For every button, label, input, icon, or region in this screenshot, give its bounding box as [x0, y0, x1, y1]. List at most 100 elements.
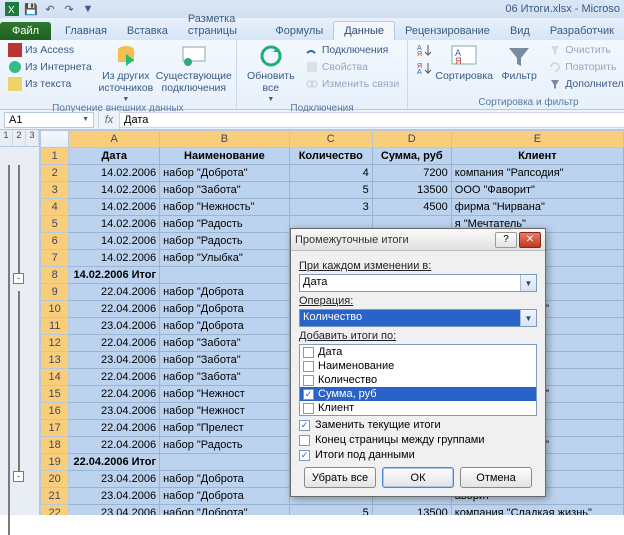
combo-operation[interactable]: Количество▼: [299, 309, 537, 327]
chevron-down-icon[interactable]: ▼: [82, 116, 89, 123]
row-header[interactable]: 22: [41, 505, 69, 516]
cell[interactable]: набор "Забота": [160, 182, 290, 199]
col-header-c[interactable]: C: [289, 131, 372, 148]
cell[interactable]: набор "Доброта: [160, 284, 290, 301]
cell[interactable]: компания "Сладкая жизнь": [451, 505, 623, 516]
row-header[interactable]: 7: [41, 250, 69, 267]
cell[interactable]: 22.04.2006 Итог: [69, 454, 160, 471]
outline-level-1[interactable]: 1: [0, 130, 13, 146]
cell[interactable]: Количество: [289, 148, 372, 165]
cell[interactable]: [160, 454, 290, 471]
row-header[interactable]: 20: [41, 471, 69, 488]
checkbox-icon[interactable]: ✓: [299, 450, 310, 461]
cell[interactable]: набор "Радость: [160, 233, 290, 250]
field-item[interactable]: Дата: [300, 345, 536, 359]
combo-at-change[interactable]: Дата▼: [299, 274, 537, 292]
outline-collapse-button[interactable]: -: [13, 273, 24, 284]
row-header[interactable]: 10: [41, 301, 69, 318]
cell[interactable]: 5: [289, 505, 372, 516]
row-header[interactable]: 14: [41, 369, 69, 386]
cell[interactable]: 7200: [372, 165, 451, 182]
cell[interactable]: набор "Забота": [160, 369, 290, 386]
fx-icon[interactable]: fx: [98, 110, 120, 129]
checkbox-icon[interactable]: [299, 435, 310, 446]
opt-below-row[interactable]: ✓Итоги под данными: [299, 449, 537, 461]
cell[interactable]: 5: [289, 182, 372, 199]
cell[interactable]: 23.04.2006: [69, 505, 160, 516]
tab-home[interactable]: Главная: [55, 22, 117, 40]
cell[interactable]: 14.02.2006: [69, 199, 160, 216]
field-item[interactable]: Клиент: [300, 401, 536, 415]
cell[interactable]: Сумма, руб: [372, 148, 451, 165]
field-item[interactable]: Количество: [300, 373, 536, 387]
row-header[interactable]: 19: [41, 454, 69, 471]
cell[interactable]: набор "Доброта: [160, 471, 290, 488]
outline-level-3[interactable]: 3: [26, 130, 39, 146]
checkbox-icon[interactable]: [303, 347, 314, 358]
select-all-corner[interactable]: [41, 131, 69, 148]
cell[interactable]: 14.02.2006: [69, 165, 160, 182]
cell[interactable]: набор "Доброта": [160, 505, 290, 516]
row-header[interactable]: 1: [41, 148, 69, 165]
cell[interactable]: набор "Нежност: [160, 403, 290, 420]
row-header[interactable]: 11: [41, 318, 69, 335]
cell[interactable]: набор "Доброта": [160, 165, 290, 182]
cell[interactable]: набор "Нежность": [160, 199, 290, 216]
cell[interactable]: 14.02.2006: [69, 250, 160, 267]
outline-pane[interactable]: 1 2 3 - -: [0, 130, 40, 515]
col-header-d[interactable]: D: [372, 131, 451, 148]
filter-button[interactable]: Фильтр: [496, 42, 542, 97]
remove-all-button[interactable]: Убрать все: [304, 467, 376, 488]
cell[interactable]: 22.04.2006: [69, 386, 160, 403]
cell[interactable]: 14.02.2006: [69, 216, 160, 233]
row-header[interactable]: 12: [41, 335, 69, 352]
tab-data[interactable]: Данные: [333, 21, 395, 40]
tab-file[interactable]: Файл: [0, 22, 51, 40]
checkbox-icon[interactable]: ✓: [303, 389, 314, 400]
chevron-down-icon[interactable]: ▼: [520, 310, 536, 326]
chevron-down-icon[interactable]: ▼: [520, 275, 536, 291]
tab-formulas[interactable]: Формулы: [265, 22, 333, 40]
row-header[interactable]: 5: [41, 216, 69, 233]
formula-input[interactable]: Дата: [120, 112, 624, 128]
from-text-button[interactable]: Из текста: [6, 76, 94, 92]
from-other-button[interactable]: Из других источников▼: [98, 42, 154, 103]
row-header[interactable]: 2: [41, 165, 69, 182]
cell[interactable]: набор "Доброта: [160, 318, 290, 335]
cell[interactable]: набор "Радость: [160, 437, 290, 454]
cell[interactable]: 22.04.2006: [69, 437, 160, 454]
close-button[interactable]: ✕: [519, 232, 541, 248]
checkbox-icon[interactable]: [303, 375, 314, 386]
checkbox-icon[interactable]: [303, 403, 314, 414]
opt-pagebreak-row[interactable]: Конец страницы между группами: [299, 434, 537, 446]
cell[interactable]: 13500: [372, 505, 451, 516]
cell[interactable]: набор "Доброта: [160, 301, 290, 318]
row-header[interactable]: 16: [41, 403, 69, 420]
tab-pagelayout[interactable]: Разметка страницы: [178, 10, 266, 40]
cell[interactable]: 22.04.2006: [69, 335, 160, 352]
cell[interactable]: 14.02.2006 Итог: [69, 267, 160, 284]
properties-button[interactable]: Свойства: [303, 59, 401, 75]
checkbox-icon[interactable]: [303, 361, 314, 372]
reapply-button[interactable]: Повторить: [546, 59, 624, 75]
cell[interactable]: ООО "Фаворит": [451, 182, 623, 199]
cell[interactable]: Клиент: [451, 148, 623, 165]
cancel-button[interactable]: Отмена: [460, 467, 532, 488]
checkbox-icon[interactable]: ✓: [299, 420, 310, 431]
existing-conn-button[interactable]: Существующие подключения: [158, 42, 230, 103]
refresh-all-button[interactable]: Обновить все▼: [243, 42, 299, 103]
row-header[interactable]: 3: [41, 182, 69, 199]
row-header[interactable]: 17: [41, 420, 69, 437]
outline-level-2[interactable]: 2: [13, 130, 26, 146]
cell[interactable]: Дата: [69, 148, 160, 165]
connections-button[interactable]: Подключения: [303, 42, 401, 58]
save-icon[interactable]: 💾: [23, 1, 39, 17]
cell[interactable]: набор "Улыбка": [160, 250, 290, 267]
qat-dropdown-icon[interactable]: ▼: [80, 1, 96, 17]
cell[interactable]: набор "Забота": [160, 335, 290, 352]
dialog-titlebar[interactable]: Промежуточные итоги ? ✕: [291, 229, 545, 251]
advanced-button[interactable]: Дополнительно: [546, 76, 624, 92]
row-header[interactable]: 18: [41, 437, 69, 454]
cell[interactable]: 14.02.2006: [69, 233, 160, 250]
cell[interactable]: набор "Радость: [160, 216, 290, 233]
